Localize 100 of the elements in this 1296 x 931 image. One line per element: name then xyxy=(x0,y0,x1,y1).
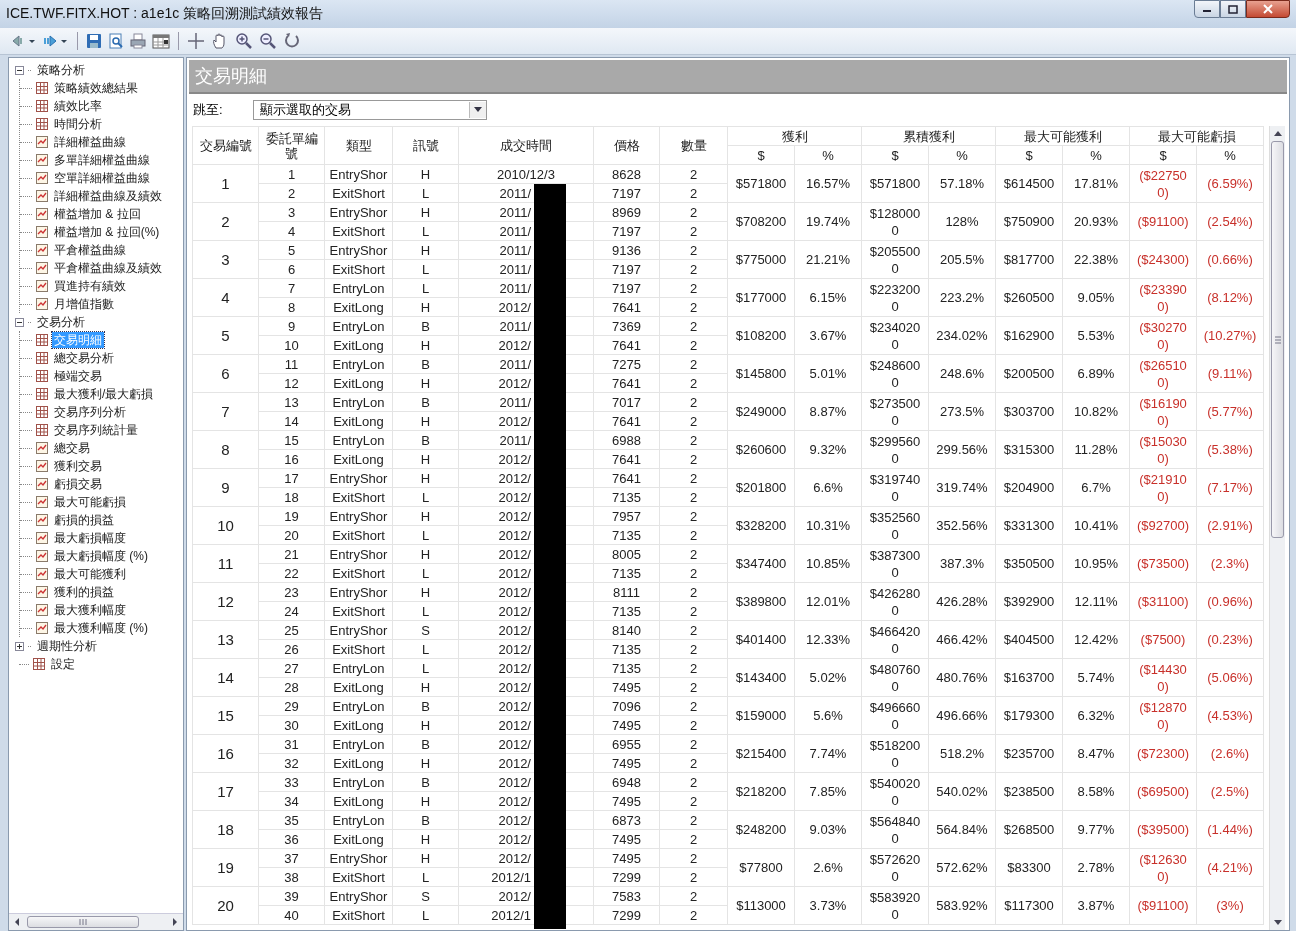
table-cell: 1 xyxy=(258,164,325,184)
preview-icon[interactable] xyxy=(107,31,125,51)
tree-item[interactable]: 最大可能虧損 xyxy=(52,494,128,510)
tree-item[interactable]: 最大獲利/最大虧損 xyxy=(52,386,156,402)
chart-icon xyxy=(36,622,48,634)
tree-item[interactable]: 交易序列統計量 xyxy=(52,422,140,438)
table-icon[interactable] xyxy=(151,31,171,51)
table-cell: ExitLong xyxy=(324,335,393,355)
tree-item[interactable]: 極端交易 xyxy=(52,368,104,384)
zoom-in-icon[interactable] xyxy=(234,31,254,51)
tree-item[interactable]: 買進持有績效 xyxy=(52,278,128,294)
table-cell: B xyxy=(392,430,459,450)
tree-item[interactable]: 最大可能獲利 xyxy=(52,566,128,582)
tree-item[interactable]: 多單詳細權益曲線 xyxy=(52,152,152,168)
tree-item[interactable]: 週期性分析 xyxy=(35,638,99,654)
table-cell: B xyxy=(392,734,459,754)
table-cell: 426.28% xyxy=(928,582,996,621)
table-cell: EntryLon xyxy=(324,772,393,792)
table-cell: 37 xyxy=(258,848,325,868)
table-cell: 7495 xyxy=(593,829,660,849)
table-cell: B xyxy=(392,392,459,412)
table-cell: $2735000 xyxy=(861,392,929,431)
maximize-button[interactable] xyxy=(1220,0,1246,18)
table-cell: (5.77%) xyxy=(1196,392,1264,431)
table-icon xyxy=(36,388,48,400)
table-cell: 16 xyxy=(258,449,325,469)
tree-item[interactable]: 獲利交易 xyxy=(52,458,104,474)
tree-item[interactable]: 交易序列分析 xyxy=(52,404,128,420)
table-cell: 7.85% xyxy=(794,772,862,811)
tree-item[interactable]: 最大虧損幅度 (%) xyxy=(52,548,150,564)
table-cell: 10.95% xyxy=(1062,544,1130,583)
tree-item[interactable]: 月增值指數 xyxy=(52,296,116,312)
vertical-scrollbar[interactable] xyxy=(1269,126,1285,930)
save-icon[interactable] xyxy=(85,31,103,51)
tree-item[interactable]: 交易分析 xyxy=(35,314,87,330)
table-cell: $260600 xyxy=(727,430,795,469)
tree-item[interactable]: 詳細權益曲線 xyxy=(52,134,128,150)
chart-icon xyxy=(36,550,48,562)
tree-item[interactable]: 策略績效總結果 xyxy=(52,80,140,96)
collapse-icon[interactable] xyxy=(15,65,24,75)
tree-item[interactable]: 空單詳細權益曲線 xyxy=(52,170,152,186)
table-cell: L xyxy=(392,278,459,298)
chart-icon xyxy=(36,532,48,544)
table-cell: $77800 xyxy=(727,848,795,887)
tree-item[interactable]: 平倉權益曲線 xyxy=(52,242,128,258)
scroll-thumb[interactable] xyxy=(27,916,139,928)
tree-item[interactable]: 權益增加 & 拉回 xyxy=(52,206,143,222)
table-cell: L xyxy=(392,867,459,887)
tree-item[interactable]: 平倉權益曲線及績效 xyxy=(52,260,164,276)
table-cell: 2.6% xyxy=(794,848,862,887)
tree-item[interactable]: 績效比率 xyxy=(52,98,104,114)
scroll-thumb[interactable] xyxy=(1271,141,1284,538)
tree-item[interactable]: 最大虧損幅度 xyxy=(52,530,128,546)
table-cell: 2 xyxy=(659,696,728,716)
tree-item[interactable]: 策略分析 xyxy=(35,62,87,78)
table-icon xyxy=(33,658,45,670)
tree-item[interactable]: 最大獲利幅度 xyxy=(52,602,128,618)
table-cell: 57.18% xyxy=(928,164,996,203)
table-cell: ($31100) xyxy=(1129,582,1197,621)
table-cell: H xyxy=(392,411,459,431)
table-cell: $163700 xyxy=(995,658,1063,697)
expand-icon[interactable] xyxy=(15,641,24,651)
print-icon[interactable] xyxy=(129,31,147,51)
table-cell: EntryLon xyxy=(324,316,393,336)
table-cell: 9.77% xyxy=(1062,810,1130,849)
table-cell: 9 xyxy=(258,316,325,336)
table-cell: 7495 xyxy=(593,753,660,773)
tree-item[interactable]: 時間分析 xyxy=(52,116,104,132)
crosshair-icon[interactable] xyxy=(186,31,206,51)
table-cell: 7495 xyxy=(593,791,660,811)
tree-item[interactable]: 權益增加 & 拉回(%) xyxy=(52,224,162,240)
table-cell: 1 xyxy=(192,164,259,203)
table-cell: 13 xyxy=(258,392,325,412)
tree-item[interactable]: 虧損交易 xyxy=(52,476,104,492)
table-cell: 16.57% xyxy=(794,164,862,203)
collapse-icon[interactable] xyxy=(15,317,24,327)
tree-item[interactable]: 總交易分析 xyxy=(52,350,116,366)
close-button[interactable] xyxy=(1246,0,1290,18)
zoom-out-icon[interactable] xyxy=(258,31,278,51)
table-cell: ($161900) xyxy=(1129,392,1197,431)
table-cell: H xyxy=(392,829,459,849)
tree-item[interactable]: 總交易 xyxy=(52,440,92,456)
table-cell: 2 xyxy=(659,620,728,640)
table-cell: 8628 xyxy=(593,164,660,184)
table-cell: 2 xyxy=(659,240,728,260)
tree-item[interactable]: 獲利的損益 xyxy=(52,584,116,600)
caret-icon xyxy=(474,107,482,113)
table-cell: 7299 xyxy=(593,905,660,925)
table-cell: 2 xyxy=(659,354,728,374)
chart-icon xyxy=(36,280,48,292)
tree-item[interactable]: 設定 xyxy=(49,656,77,672)
minimize-button[interactable] xyxy=(1194,0,1220,18)
table-cell: 387.3% xyxy=(928,544,996,583)
table-cell: ($69500) xyxy=(1129,772,1197,811)
horizontal-scrollbar[interactable] xyxy=(9,913,183,930)
tree-item[interactable]: 詳細權益曲線及績效 xyxy=(52,188,164,204)
tree-item[interactable]: 最大獲利幅度 (%) xyxy=(52,620,150,636)
jump-dropdown[interactable]: 顯示選取的交易 xyxy=(253,100,487,120)
table-icon xyxy=(36,352,48,364)
tree-item[interactable]: 虧損的損益 xyxy=(52,512,116,528)
